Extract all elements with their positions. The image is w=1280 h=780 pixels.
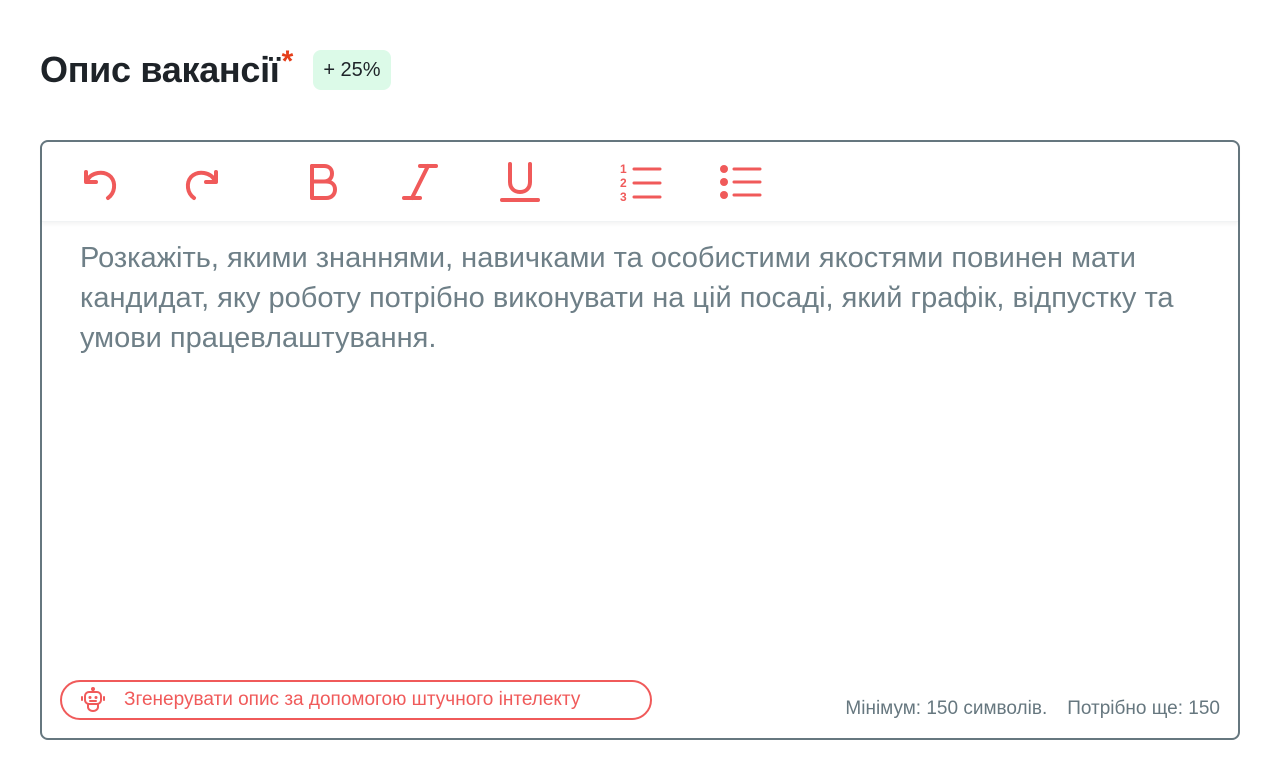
bonus-badge: + 25% [313, 50, 391, 90]
generate-ai-description-label: Згенерувати опис за допомогою штучного і… [124, 689, 581, 710]
robot-icon [81, 687, 105, 712]
bold-icon [310, 164, 337, 200]
editor-toolbar: 1 2 3 [42, 142, 1238, 222]
underline-button[interactable] [498, 160, 542, 204]
minimum-characters-text: Мінімум: 150 символів. [845, 698, 1048, 719]
undo-icon [84, 170, 117, 200]
italic-button[interactable] [398, 160, 442, 204]
italic-icon [402, 164, 438, 200]
generate-ai-description-button[interactable]: Згенерувати опис за допомогою штучного і… [60, 680, 652, 720]
bold-button[interactable] [300, 160, 344, 204]
redo-button[interactable] [180, 160, 224, 204]
remaining-characters-text: Потрібно ще: 150 [1067, 698, 1220, 719]
svg-text:2: 2 [620, 176, 627, 190]
description-editor: 1 2 3 Розкажіть, якими знаннями, навичка… [40, 140, 1240, 740]
editor-placeholder[interactable]: Розкажіть, якими знаннями, навичками та … [80, 238, 1200, 358]
redo-icon [185, 170, 218, 200]
section-header: Опис вакансії * + 25% [40, 45, 391, 94]
undo-button[interactable] [78, 160, 122, 204]
ordered-list-icon: 1 2 3 [620, 162, 662, 204]
svg-text:1: 1 [620, 162, 627, 176]
svg-text:3: 3 [620, 190, 627, 204]
ordered-list-button[interactable]: 1 2 3 [618, 160, 662, 204]
bullet-list-icon [720, 165, 762, 199]
required-mark: * [281, 45, 294, 78]
underline-icon [500, 162, 540, 202]
bullet-list-button[interactable] [718, 160, 762, 204]
section-title: Опис вакансії [40, 49, 280, 90]
character-counter: Мінімум: 150 символів. Потрібно ще: 150 [845, 698, 1220, 720]
